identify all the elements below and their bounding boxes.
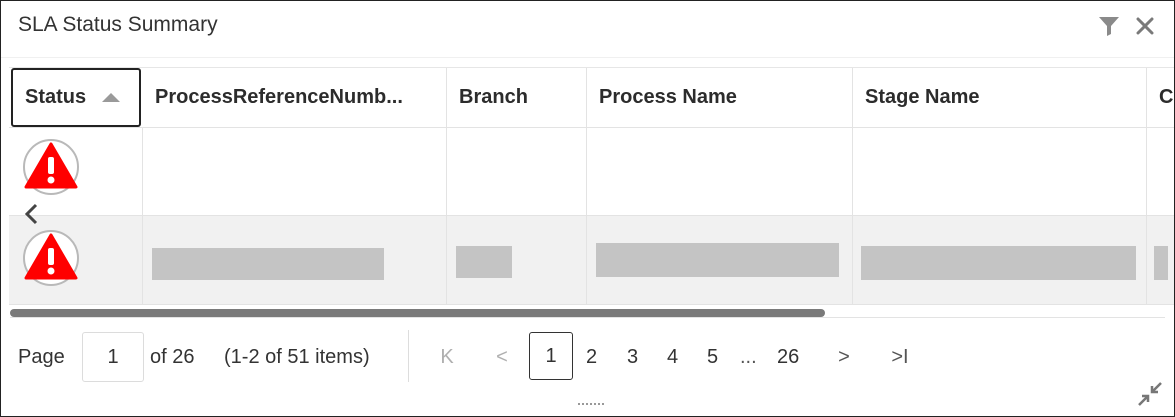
redacted-value [861, 246, 1136, 280]
previous-page-button[interactable]: < [489, 342, 515, 372]
stage-name-cell [853, 127, 1147, 216]
pager-divider [408, 330, 409, 382]
status-cell [9, 216, 143, 305]
close-icon[interactable] [1132, 13, 1158, 39]
column-header-process-reference[interactable]: ProcessReferenceNumb... [143, 68, 447, 127]
column-header-label: ProcessReferenceNumb... [155, 86, 403, 108]
column-header-stage-name[interactable]: Stage Name [853, 68, 1147, 127]
process-reference-cell [143, 127, 447, 216]
page-ellipsis[interactable]: ... [740, 346, 757, 369]
page-button[interactable]: 3 [627, 346, 638, 369]
column-header-branch[interactable]: Branch [447, 68, 587, 127]
page-label: Page [18, 346, 65, 368]
page-button-last[interactable]: 26 [777, 346, 799, 369]
page-button[interactable]: 2 [586, 346, 597, 369]
title-divider [1, 57, 1174, 58]
warning-icon [23, 230, 79, 286]
column-header-label: Stage Name [865, 86, 980, 108]
redacted-value [456, 246, 512, 278]
redacted-value [1154, 246, 1168, 280]
page-total: of 26 [150, 346, 195, 368]
filter-icon[interactable] [1096, 13, 1122, 39]
stage-name-cell [853, 216, 1147, 305]
pagination-bar: Page of 26 (1-2 of 51 items) K < 1 2 3 4… [18, 330, 1168, 384]
redacted-value [152, 248, 384, 280]
process-name-cell [587, 216, 853, 305]
sla-status-summary-panel: SLA Status Summary Status ProcessReferen… [0, 0, 1175, 417]
column-header-status[interactable]: Status [11, 68, 141, 127]
column-header-process-name[interactable]: Process Name [587, 68, 853, 127]
collapse-icon[interactable] [1136, 380, 1164, 408]
last-page-button[interactable]: >I [887, 342, 913, 372]
items-range-info: (1-2 of 51 items) [224, 346, 370, 368]
page-button-current[interactable]: 1 [529, 332, 573, 380]
resize-handle[interactable] [578, 403, 604, 407]
column-header-label: C [1159, 86, 1174, 108]
scroll-left-chevron-icon[interactable] [19, 201, 45, 227]
sla-grid: Status ProcessReferenceNumb... Branch Pr… [9, 67, 1174, 318]
table-row[interactable] [9, 216, 1174, 305]
process-reference-cell [143, 216, 447, 305]
column-header-label: Branch [459, 86, 528, 108]
branch-cell [447, 127, 587, 216]
sort-ascending-icon[interactable] [102, 93, 121, 102]
horizontal-scrollbar-thumb[interactable] [10, 309, 825, 317]
horizontal-scrollbar-track [10, 317, 1165, 318]
process-name-cell [587, 127, 853, 216]
partial-cell [1147, 216, 1174, 305]
next-page-button[interactable]: > [831, 342, 857, 372]
column-header-label: Process Name [599, 86, 737, 108]
page-number-input[interactable] [82, 332, 144, 382]
warning-icon [23, 139, 79, 195]
page-button[interactable]: 5 [707, 346, 718, 369]
grid-header-row: Status ProcessReferenceNumb... Branch Pr… [9, 68, 1174, 128]
page-button[interactable]: 4 [667, 346, 678, 369]
redacted-value [596, 243, 839, 277]
table-row[interactable] [9, 127, 1174, 216]
column-header-label: Status [25, 86, 87, 108]
branch-cell [447, 216, 587, 305]
column-header-partial[interactable]: C [1147, 68, 1174, 127]
header-actions [1096, 13, 1158, 39]
panel-title: SLA Status Summary [18, 13, 218, 36]
first-page-button[interactable]: K [434, 342, 460, 372]
